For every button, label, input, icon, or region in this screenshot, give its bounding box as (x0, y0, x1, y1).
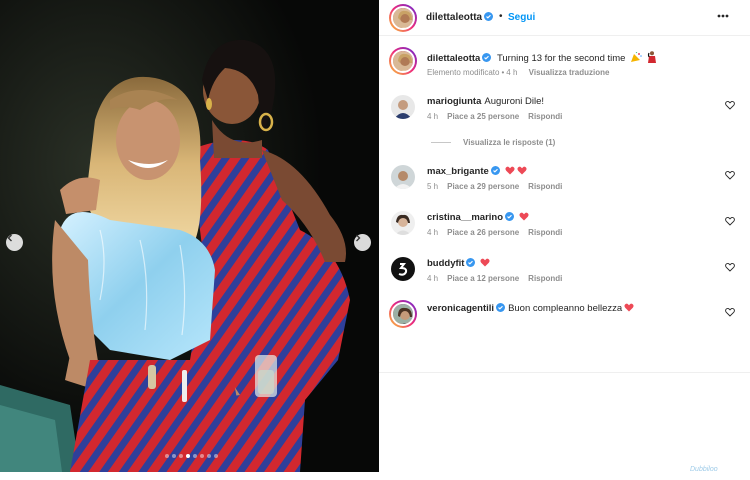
verified-badge-icon (505, 212, 515, 221)
commenter-username[interactable]: max_brigante (427, 166, 489, 177)
caption-meta: Elemento modificato • 4 h Visualizza tradu… (427, 68, 618, 77)
verified-badge-icon (496, 303, 506, 312)
comment-text-line: veronicagentili Buon compleanno bellezza (427, 303, 634, 314)
comment-time[interactable]: 5 h (427, 182, 438, 191)
dancer-icon (647, 51, 656, 63)
red-heart-emoji (505, 166, 515, 175)
red-heart-emoji (519, 212, 529, 221)
comments-divider (379, 372, 750, 373)
heart-outline-icon[interactable] (725, 307, 735, 317)
post-photo[interactable] (0, 0, 379, 472)
carousel-dot (179, 454, 183, 458)
comment-likes[interactable]: Piace a 12 persone (447, 274, 519, 283)
watermark-text: Dubbiloo (690, 466, 718, 473)
red-heart-emoji (517, 166, 527, 175)
reply-button[interactable]: Rispondi (528, 228, 562, 237)
verified-badge-icon (490, 166, 500, 175)
commenter-username[interactable]: veronicagentili (427, 303, 494, 314)
caption-text-line: dilettaleotta Turning 13 for the second … (427, 51, 657, 64)
commenter-avatar[interactable] (389, 300, 417, 328)
chevron-left-icon (7, 234, 12, 242)
comment-text-line: cristina__marino (427, 212, 529, 223)
commenter-username[interactable]: mariogiunta (427, 96, 481, 107)
party-popper-icon (631, 51, 642, 62)
next-photo-button[interactable] (354, 234, 371, 251)
reply-button[interactable]: Rispondi (528, 274, 562, 283)
carousel-dot (200, 454, 204, 458)
red-heart-emoji (624, 303, 634, 312)
verified-badge-icon (466, 258, 476, 267)
party-photo-illustration (0, 0, 379, 472)
commenter-username[interactable]: cristina__marino (427, 212, 503, 223)
comment-meta: 4 h Piace a 12 persone Rispondi (427, 274, 571, 283)
view-replies-link[interactable]: Visualizza le risposte (1) (431, 138, 555, 147)
heart-outline-icon[interactable] (725, 216, 735, 226)
replies-divider (431, 142, 451, 144)
carousel-dot (207, 454, 211, 458)
carousel-dot (186, 454, 190, 458)
red-heart-emoji (480, 258, 491, 267)
see-translation-link[interactable]: Visualizza traduzione (529, 68, 610, 77)
comment-time[interactable]: 4 h (427, 112, 438, 121)
carousel-dot (193, 454, 197, 458)
heart-outline-icon[interactable] (725, 170, 735, 180)
previous-photo-button[interactable] (6, 234, 23, 251)
chevron-right-icon (356, 234, 361, 242)
comment-likes[interactable]: Piace a 26 persone (447, 228, 519, 237)
comment-time[interactable]: 4 h (427, 274, 438, 283)
view-replies-label: Visualizza le risposte (1) (463, 138, 556, 147)
caption-author-avatar[interactable] (389, 47, 417, 75)
author-username-text: dilettaleotta (426, 12, 483, 23)
comment-text-line: buddyfit (427, 258, 491, 269)
author-avatar[interactable] (389, 4, 417, 32)
header-separator: • (499, 11, 503, 22)
caption-text: Turning 13 for the second time (496, 53, 626, 64)
comment-text-line: max_brigante (427, 166, 527, 177)
commenter-avatar[interactable] (391, 257, 415, 281)
comment-meta: 5 h Piace a 29 persone Rispondi (427, 182, 571, 191)
carousel-dot (165, 454, 169, 458)
commenter-avatar[interactable] (391, 165, 415, 189)
heart-outline-icon[interactable] (725, 100, 735, 110)
carousel-indicator (165, 454, 218, 458)
comment-likes[interactable]: Piace a 25 persone (447, 112, 519, 121)
author-username[interactable]: dilettaleotta (426, 12, 494, 23)
reply-button[interactable]: Rispondi (528, 182, 562, 191)
more-options-icon[interactable] (717, 14, 729, 18)
commenter-avatar[interactable] (391, 211, 415, 235)
comment-meta: 4 h Piace a 25 persone Rispondi (427, 112, 571, 121)
caption-time[interactable]: 4 h (506, 68, 517, 77)
follow-button[interactable]: Segui (508, 12, 535, 23)
comment-meta: 4 h Piace a 26 persone Rispondi (427, 228, 571, 237)
commenter-avatar[interactable] (391, 95, 415, 119)
post-header: dilettaleotta • Segui (379, 0, 750, 36)
carousel-dot (172, 454, 176, 458)
reply-button[interactable]: Rispondi (528, 112, 562, 121)
comment-likes[interactable]: Piace a 29 persone (447, 182, 519, 191)
caption-meta-separator: • (501, 68, 505, 77)
heart-outline-icon[interactable] (725, 262, 735, 272)
comment-text: Buon compleanno bellezza (508, 303, 623, 314)
comment-text-line: mariogiunta Auguroni Dile! (427, 96, 544, 107)
comment-text: Auguroni Dile! (484, 96, 545, 107)
verified-badge-icon (482, 53, 492, 62)
caption-edited-label: Elemento modificato (427, 68, 500, 77)
comment-time[interactable]: 4 h (427, 228, 438, 237)
post-sidebar: dilettaleotta • Segui dilettaleotta Turn… (379, 0, 750, 480)
caption-username[interactable]: dilettaleotta (427, 53, 480, 64)
carousel-dot (214, 454, 218, 458)
commenter-username[interactable]: buddyfit (427, 258, 464, 269)
verified-badge-icon (484, 12, 494, 21)
